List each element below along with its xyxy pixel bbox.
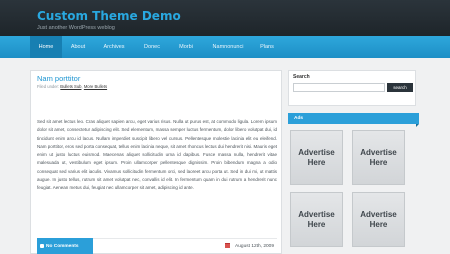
nav-item-about[interactable]: About xyxy=(62,36,94,58)
search-widget: Search search xyxy=(288,70,416,106)
search-label: Search xyxy=(293,74,310,80)
post-date-text: August 12th, 2009 xyxy=(235,243,274,249)
site-tagline: Just another WordPress weblog xyxy=(37,25,115,31)
post: Nam porttitor Filed under: Bullets Sub, … xyxy=(30,70,282,254)
ad-slot[interactable]: Advertise Here xyxy=(352,192,405,247)
ad-slot[interactable]: Advertise Here xyxy=(352,130,405,185)
search-input[interactable] xyxy=(293,83,385,92)
comment-icon xyxy=(40,244,44,248)
ads-heading: Ads xyxy=(288,113,419,127)
main-nav: Home About Archives Donec Morbi Namnonun… xyxy=(0,36,450,58)
sidebar: Search search Ads Advertise Here Adverti… xyxy=(288,70,419,254)
nav-item-plans[interactable]: Plans xyxy=(254,36,280,58)
nav-item-archives[interactable]: Archives xyxy=(94,36,134,58)
nav-item-donec[interactable]: Donec xyxy=(134,36,170,58)
ad-slot[interactable]: Advertise Here xyxy=(290,130,343,185)
search-button[interactable]: search xyxy=(387,83,413,92)
comments-button[interactable]: No Comments xyxy=(37,238,93,254)
category-link[interactable]: More Bullets xyxy=(84,84,107,89)
post-title[interactable]: Nam porttitor xyxy=(37,74,80,83)
category-link[interactable]: Bullets Sub xyxy=(60,84,81,89)
ad-slot[interactable]: Advertise Here xyxy=(290,192,343,247)
nav-item-namnonunci[interactable]: Namnonunci xyxy=(202,36,254,58)
nav-item-morbi[interactable]: Morbi xyxy=(170,36,202,58)
site-title[interactable]: Custom Theme Demo xyxy=(37,9,181,23)
page-content: Nam porttitor Filed under: Bullets Sub, … xyxy=(0,58,450,254)
comments-label: No Comments xyxy=(46,244,79,249)
site-header: Custom Theme Demo Just another WordPress… xyxy=(0,0,450,36)
post-date: August 12th, 2009 xyxy=(224,243,274,249)
post-footer: No Comments August 12th, 2009 xyxy=(37,238,277,254)
calendar-icon xyxy=(224,243,230,248)
post-body: Sed sit amet lectus leo. Cras aliquet sa… xyxy=(37,119,277,191)
nav-item-home[interactable]: Home xyxy=(30,36,62,58)
post-meta-prefix: Filed under: xyxy=(37,84,60,89)
post-meta: Filed under: Bullets Sub, More Bullets xyxy=(37,84,108,89)
